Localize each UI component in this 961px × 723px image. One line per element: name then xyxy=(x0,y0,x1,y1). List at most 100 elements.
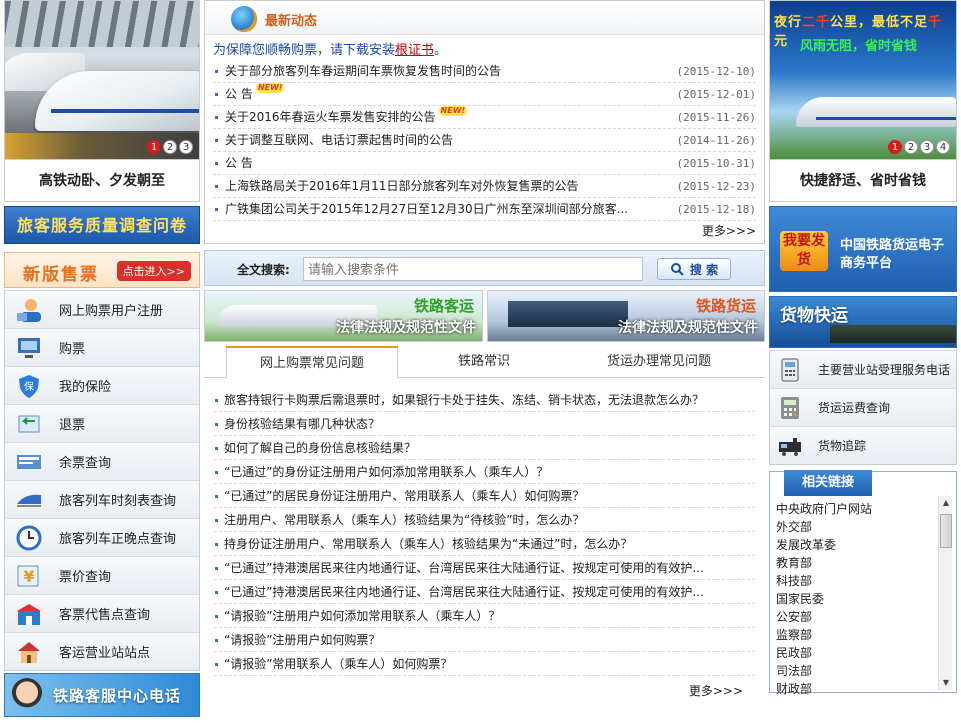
menu-item-insurance[interactable]: 保 我的保险 xyxy=(5,366,199,404)
carousel-dot-2[interactable]: 2 xyxy=(904,140,918,154)
menu-item-freight-fee[interactable]: 货运运费查询 xyxy=(770,388,956,426)
news-item-date: (2014-11-26) xyxy=(676,134,756,147)
news-item-title[interactable]: 上海铁路局关于2016年1月11日部分旅客列车对外恢复售票的公告 xyxy=(225,179,578,193)
express-freight-banner[interactable]: 货物快运 xyxy=(769,296,957,348)
news-item-title[interactable]: 关于部分旅客列车春运期间车票恢复发售时间的公告 xyxy=(225,64,501,78)
news-item-title[interactable]: 公 告 xyxy=(225,156,253,170)
right-column: 夜行二千公里，最低不足千元 风雨无阻，省时省钱 1 2 3 4 快捷舒适、省时省… xyxy=(769,0,957,696)
menu-label: 主要营业站受理服务电话 xyxy=(818,363,951,377)
carousel-dot-4[interactable]: 4 xyxy=(936,140,950,154)
photo-caption[interactable]: 高铁动卧、夕发朝至 xyxy=(4,160,200,202)
faq-item[interactable]: “请报验”常用联系人（乘车人）如何购票？ xyxy=(214,652,755,676)
carousel-dot-1[interactable]: 1 xyxy=(888,140,902,154)
faq-item[interactable]: 持身份证注册用户、常用联系人（乘车人）核验结果为“未通过”时，怎么办？ xyxy=(214,532,755,556)
search-button[interactable]: 搜 索 xyxy=(657,258,731,280)
related-link[interactable]: 财政部 xyxy=(776,680,872,698)
faq-item[interactable]: 旅客持银行卡购票后需退票时，如果银行卡处于挂失、冻结、销卡状态，无法退款怎么办？ xyxy=(214,388,755,412)
freight-slogan-banner[interactable]: 夜行二千公里，最低不足千元 风雨无阻，省时省钱 1 2 3 4 xyxy=(769,0,957,160)
news-item-date: (2015-12-23) xyxy=(676,180,756,193)
tab-freight-faq[interactable]: 货运办理常见问题 xyxy=(574,346,744,378)
freight-law-banner[interactable]: 铁路货运 法律法规及规范性文件 xyxy=(487,290,765,342)
tab-online-ticket-faq[interactable]: 网上购票常见问题 xyxy=(226,346,398,378)
links-scrollbar[interactable]: ▲ ▼ xyxy=(938,496,952,690)
news-more-link[interactable]: 更多>>> xyxy=(702,222,756,239)
news-item-title[interactable]: 关于2016年春运火车票发售安排的公告 xyxy=(225,110,436,124)
news-item[interactable]: 上海铁路局关于2016年1月11日部分旅客列车对外恢复售票的公告 (2015-12… xyxy=(213,175,756,198)
news-item[interactable]: 公 告 NEW! (2015-12-01) xyxy=(213,83,756,106)
tab-railway-knowledge[interactable]: 铁路常识 xyxy=(414,346,554,378)
related-link[interactable]: 监察部 xyxy=(776,626,872,644)
scroll-thumb[interactable] xyxy=(940,514,952,548)
menu-item-service-phone[interactable]: 主要营业站受理服务电话 xyxy=(770,350,956,388)
search-input[interactable] xyxy=(303,257,643,281)
carousel-dot-3[interactable]: 3 xyxy=(920,140,934,154)
faq-item[interactable]: 身份核验结果有哪几种状态？ xyxy=(214,412,755,436)
news-item[interactable]: 关于部分旅客列车春运期间车票恢复发售时间的公告 (2015-12-10) xyxy=(213,60,756,83)
root-cert-link[interactable]: 根证书 xyxy=(395,43,434,58)
menu-item-schedule[interactable]: 旅客列车时刻表查询 xyxy=(5,480,199,518)
faq-item[interactable]: 注册用户、常用联系人（乘车人）核验结果为“待核验”时，怎么办？ xyxy=(214,508,755,532)
menu-item-price[interactable]: ¥ 票价查询 xyxy=(5,556,199,594)
menu-item-refund[interactable]: 退票 xyxy=(5,404,199,442)
carousel-dot-2[interactable]: 2 xyxy=(163,140,177,154)
menu-label: 票价查询 xyxy=(59,570,112,585)
carousel-dot-3[interactable]: 3 xyxy=(179,140,193,154)
train-nose xyxy=(35,71,199,131)
scroll-down-arrow-icon[interactable]: ▼ xyxy=(939,676,953,690)
menu-item-tracking[interactable]: 货物追踪 xyxy=(770,426,956,464)
freight-banner-title: 铁路货运 xyxy=(695,297,756,315)
service-hotline-banner[interactable]: 铁路客服中心电话 xyxy=(4,673,200,717)
news-item-title[interactable]: 广铁集团公司关于2015年12月27日至12月30日广州东至深圳间部分旅客... xyxy=(225,202,628,216)
high-speed-train-photo[interactable]: 1 2 3 xyxy=(4,0,200,160)
slogan-highlight: 二千 xyxy=(802,15,831,30)
news-item-title[interactable]: 公 告 xyxy=(225,87,253,101)
news-item[interactable]: 广铁集团公司关于2015年12月27日至12月30日广州东至深圳间部分旅客...… xyxy=(213,198,756,221)
faq-item[interactable]: “已通过”持港澳居民来往内地通行证、台湾居民来往大陆通行证、按规定可使用的有效护… xyxy=(214,580,755,604)
related-link[interactable]: 公安部 xyxy=(776,608,872,626)
ticket-computer-icon xyxy=(13,335,45,361)
related-link[interactable]: 中央政府门户网站 xyxy=(776,500,872,518)
survey-banner[interactable]: 旅客服务质量调查问卷 xyxy=(4,206,200,244)
menu-item-agency[interactable]: 客票代售点查询 xyxy=(5,594,199,632)
related-link[interactable]: 发展改革委 xyxy=(776,536,872,554)
remaining-tickets-icon xyxy=(13,449,45,475)
faq-more-link[interactable]: 更多>>> xyxy=(689,682,743,699)
related-link[interactable]: 教育部 xyxy=(776,554,872,572)
menu-item-station[interactable]: 客运营业站站点 xyxy=(5,632,199,670)
faq-item[interactable]: “已通过”的居民身份证注册用户、常用联系人（乘车人）如何购票？ xyxy=(214,484,755,508)
news-item[interactable]: 关于2016年春运火车票发售安排的公告 NEW! (2015-11-26) xyxy=(213,106,756,129)
faq-item[interactable]: “请报验”注册用户如何购票？ xyxy=(214,628,755,652)
faq-item[interactable]: 如何了解自己的身份信息核验结果？ xyxy=(214,436,755,460)
news-item-date: (2015-12-01) xyxy=(676,88,756,101)
faq-item[interactable]: “请报验”注册用户如何添加常用联系人（乘车人）？ xyxy=(214,604,755,628)
faq-item[interactable]: “已通过”的身份证注册用户如何添加常用联系人（乘车人）？ xyxy=(214,460,755,484)
left-menu: 网上购票用户注册 购票 保 我的保险 退票 余票查询 旅客列车时刻表查询 旅客列… xyxy=(4,290,200,671)
menu-item-buy[interactable]: 购票 xyxy=(5,328,199,366)
related-link[interactable]: 国家民委 xyxy=(776,590,872,608)
search-bar: 全文搜索: 搜 索 xyxy=(204,250,765,286)
faq-list: 旅客持银行卡购票后需退票时，如果银行卡处于挂失、冻结、销卡状态，无法退款怎么办？… xyxy=(214,388,755,676)
menu-item-remaining[interactable]: 余票查询 xyxy=(5,442,199,480)
slogan-caption[interactable]: 快捷舒适、省时省钱 xyxy=(769,160,957,202)
related-link[interactable]: 民政部 xyxy=(776,644,872,662)
clock-icon xyxy=(13,525,45,551)
passenger-law-banner[interactable]: 铁路客运 法律法规及规范性文件 xyxy=(204,290,483,342)
menu-item-register[interactable]: 网上购票用户注册 xyxy=(5,290,199,328)
menu-label: 购票 xyxy=(59,342,86,357)
related-link[interactable]: 司法部 xyxy=(776,662,872,680)
news-item[interactable]: 公 告 (2015-10-31) xyxy=(213,152,756,175)
related-link[interactable]: 外交部 xyxy=(776,518,872,536)
related-link[interactable]: 科技部 xyxy=(776,572,872,590)
menu-label: 网上购票用户注册 xyxy=(59,304,164,319)
freight-ecommerce-banner[interactable]: 我要发货 中国铁路货运电子商务平台 xyxy=(769,206,957,292)
carousel-dot-1[interactable]: 1 xyxy=(147,140,161,154)
news-item[interactable]: 关于调整互联网、电话订票起售时间的公告 (2014-11-26) xyxy=(213,129,756,152)
news-item-title[interactable]: 关于调整互联网、电话订票起售时间的公告 xyxy=(225,133,453,147)
enter-button[interactable]: 点击进入>> xyxy=(116,261,191,281)
menu-item-delay[interactable]: 旅客列车正晚点查询 xyxy=(5,518,199,556)
scroll-up-arrow-icon[interactable]: ▲ xyxy=(939,496,953,510)
faq-item[interactable]: “已通过”持港澳居民来往内地通行证、台湾居民来往大陆通行证、按规定可使用的有效护… xyxy=(214,556,755,580)
news-header: 最新动态 xyxy=(205,1,764,35)
menu-label: 旅客列车时刻表查询 xyxy=(59,494,177,509)
new-ticket-banner[interactable]: 新版售票 点击进入>> xyxy=(4,252,200,288)
